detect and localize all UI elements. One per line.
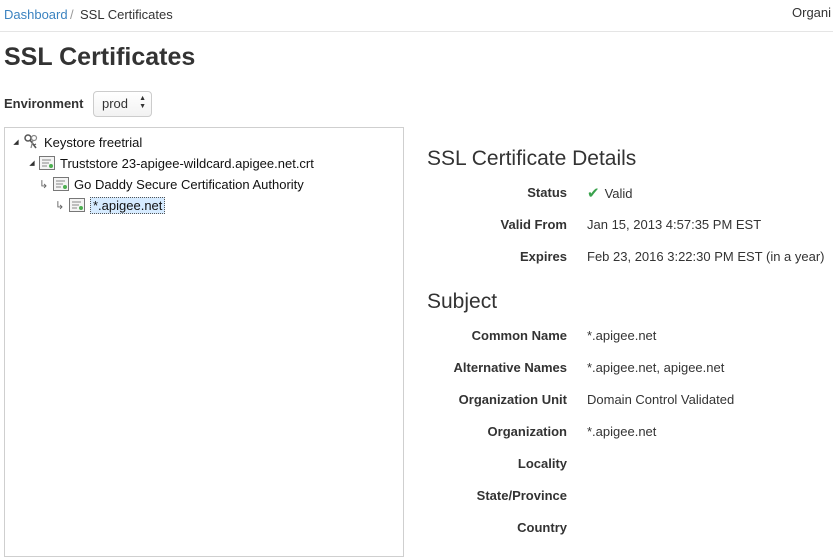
organization-label: Organization xyxy=(487,424,567,439)
organization-unit-value: Domain Control Validated xyxy=(587,392,735,407)
checkmark-icon: ✔ xyxy=(587,185,600,202)
tree-node-label: Keystore freetrial xyxy=(44,134,143,150)
details-heading: SSL Certificate Details xyxy=(427,147,637,170)
certificate-icon xyxy=(39,156,55,170)
tree-node-truststore[interactable]: ◢ Truststore 23-apigee-wildcard.apigee.n… xyxy=(27,154,314,172)
tree-node-authority[interactable]: ↳ Go Daddy Secure Certification Authorit… xyxy=(39,175,304,193)
environment-select[interactable]: prod ▲ ▼ xyxy=(93,91,152,117)
tree-node-cert[interactable]: ↳ *.apigee.net xyxy=(55,196,166,214)
certificate-icon xyxy=(69,198,85,212)
status-label: Status xyxy=(527,185,567,200)
organization-unit-label: Organization Unit xyxy=(458,392,567,407)
tree-connector-icon: ↳ xyxy=(39,178,49,191)
breadcrumb-dashboard-link[interactable]: Dashboard xyxy=(4,7,68,22)
valid-from-label: Valid From xyxy=(500,217,567,232)
breadcrumb-separator: / xyxy=(70,7,74,22)
tree-node-label: Go Daddy Secure Certification Authority xyxy=(74,176,304,192)
expires-label: Expires xyxy=(520,249,567,264)
select-arrows-icon: ▲ ▼ xyxy=(139,95,146,110)
valid-from-value: Jan 15, 2013 4:57:35 PM EST xyxy=(587,217,762,232)
expand-toggle-icon[interactable]: ◢ xyxy=(11,138,21,146)
tree-node-keystore[interactable]: ◢ Keystore freetrial xyxy=(11,133,142,151)
certificate-icon xyxy=(53,177,69,191)
organization-menu[interactable]: Organi xyxy=(792,5,831,20)
common-name-label: Common Name xyxy=(471,328,567,343)
tree-connector-icon: ↳ xyxy=(55,199,65,212)
expires-value: Feb 23, 2016 3:22:30 PM EST (in a year) xyxy=(587,249,825,264)
alternative-names-label: Alternative Names xyxy=(453,360,567,375)
tree-node-label-selected: *.apigee.net xyxy=(90,196,166,214)
status-value: ✔ Valid xyxy=(587,184,633,202)
organization-value: *.apigee.net xyxy=(587,424,657,439)
tree-node-label: Truststore 23-apigee-wildcard.apigee.net… xyxy=(60,155,314,171)
locality-label: Locality xyxy=(517,456,567,471)
page-title: SSL Certificates xyxy=(4,43,196,71)
state-province-label: State/Province xyxy=(476,488,567,503)
breadcrumb-current: SSL Certificates xyxy=(80,7,173,22)
country-label: Country xyxy=(517,520,567,535)
status-text: Valid xyxy=(604,185,633,201)
keystore-keys-icon xyxy=(23,134,39,150)
expand-toggle-icon[interactable]: ◢ xyxy=(27,159,37,167)
environment-select-value: prod xyxy=(102,96,129,111)
top-bar: Dashboard / SSL Certificates Organi xyxy=(0,0,833,32)
certificate-tree: ◢ Keystore freetrial ◢ Truststore 23-api… xyxy=(4,127,404,557)
common-name-value: *.apigee.net xyxy=(587,328,657,343)
environment-label: Environment xyxy=(4,96,84,111)
alternative-names-value: *.apigee.net, apigee.net xyxy=(587,360,725,375)
subject-heading: Subject xyxy=(427,290,498,313)
